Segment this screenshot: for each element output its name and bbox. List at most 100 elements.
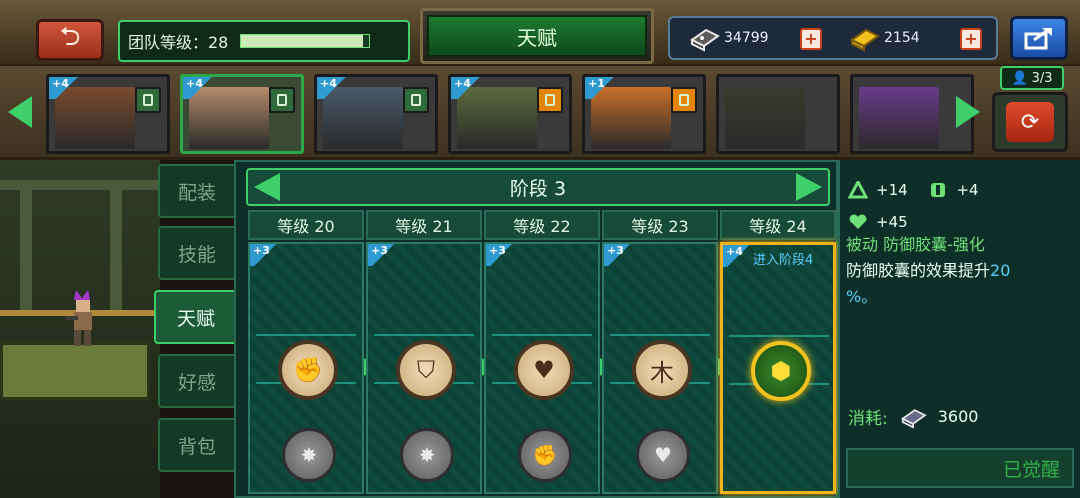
page-title: 天赋 (427, 15, 647, 57)
hero-card[interactable]: +4 (314, 74, 438, 154)
stat-recycle-value: +14 (876, 181, 908, 199)
currency-gold-value: 2154 (884, 30, 920, 46)
stage-title: 阶段 3 (509, 177, 567, 200)
add-gold-currency-button[interactable]: + (960, 28, 982, 50)
stat-armor-value: +4 (956, 181, 979, 199)
team-count-label: 3/3 (1031, 70, 1053, 86)
gold-brick-icon (850, 28, 880, 52)
hero-rank-badge: +4 (49, 77, 85, 99)
roster-prev-arrow-icon[interactable] (8, 96, 32, 128)
armor-icon (931, 183, 946, 197)
hero-card[interactable] (716, 74, 840, 154)
hero-rank-badge: +4 (451, 77, 487, 99)
cost-row: 消耗: 3600 (848, 404, 978, 429)
skill-desc-suffix: %。 (846, 287, 878, 306)
talent-panel: 阶段 3 等级 20 +3 ✊ ✸ 等级 21 +3 ⛉ ✸ 等级 22 +3 ♥ ✊ 等级 23 +3 ⽊… (234, 160, 838, 498)
talent-rank-badge: +3 (250, 244, 280, 266)
title-plate: 天赋 (420, 8, 654, 64)
hero-portrait (859, 87, 939, 149)
hero-card[interactable]: +4 (448, 74, 572, 154)
talent-column[interactable]: +3 ⛉ ✸ (366, 242, 482, 494)
back-button[interactable]: ⮌ (36, 19, 104, 61)
hero-roster: +4 +4 +4 +4 +1 👤 3/3 ⟳ (0, 66, 1080, 160)
awakened-label: 已觉醒 (1002, 458, 1060, 481)
heart-icon (849, 214, 867, 229)
share-button[interactable] (1010, 16, 1068, 60)
talent-rank-badge: +3 (368, 244, 398, 266)
hero-role-icon (403, 87, 429, 113)
locked-talent-node-icon[interactable]: ✸ (282, 428, 336, 482)
talent-info-panel: +14 +4 +45 被动 防御胶囊-强化 防御胶囊的效果提升20 %。 消耗:… (838, 160, 1080, 498)
top-bar: ⮌ 团队等级：28 天赋 34799 + 2154 + (0, 0, 1080, 66)
hero-role-icon (269, 87, 295, 113)
talent-column[interactable]: +3 ⽊ ♥ (602, 242, 718, 494)
talent-rank-badge: +3 (604, 244, 634, 266)
skill-desc-number: 20 (990, 261, 1011, 280)
tab-0[interactable]: 配装 (158, 164, 234, 218)
talent-column[interactable]: +3 ✊ ✸ (248, 242, 364, 494)
hero-card[interactable]: +4 (180, 74, 304, 154)
talent-node-icon[interactable]: ⽊ (632, 340, 692, 400)
team-level-progress-bar (240, 34, 371, 48)
locked-talent-node-icon[interactable]: ✊ (518, 428, 572, 482)
talent-node-icon[interactable]: ✊ (278, 340, 338, 400)
skill-description: 被动 防御胶囊-强化 防御胶囊的效果提升20 %。 (846, 232, 1076, 310)
roster-next-arrow-icon[interactable] (956, 96, 980, 128)
hero-role-icon (135, 87, 161, 113)
tab-4[interactable]: 背包 (158, 418, 234, 472)
skill-desc-text: 防御胶囊的效果提升 (846, 261, 991, 280)
person-icon: 👤 (1011, 70, 1028, 86)
character-scene (0, 160, 160, 498)
level-column-header: 等级 23 (602, 210, 718, 240)
talent-rank-badge: +4 (723, 245, 753, 267)
talent-node-icon[interactable]: ⬢ (751, 341, 811, 401)
stage-selector: 阶段 3 (246, 168, 830, 206)
currency-dark-value: 34799 (724, 30, 769, 46)
cost-label: 消耗: (848, 409, 888, 429)
hero-rank-badge: +1 (585, 77, 621, 99)
talent-column[interactable]: +4 进入阶段4 ⬢ (720, 242, 836, 494)
dark-brick-icon (900, 408, 927, 429)
hero-portrait (725, 87, 805, 149)
hero-role-icon (537, 87, 563, 113)
back-arrow-icon: ⮌ (59, 22, 81, 52)
tab-1[interactable]: 技能 (158, 226, 234, 280)
currency-gold: 2154 (848, 24, 920, 52)
hero-sprite (66, 290, 92, 346)
stage-next-arrow-icon[interactable] (796, 173, 822, 201)
locked-talent-node-icon[interactable]: ♥ (636, 428, 690, 482)
talent-node-icon[interactable]: ♥ (514, 340, 574, 400)
talent-node-icon[interactable]: ⛉ (396, 340, 456, 400)
currency-panel: 34799 + 2154 + (668, 16, 998, 60)
hero-card[interactable]: +4 (46, 74, 170, 154)
hero-role-icon (671, 87, 697, 113)
level-column-header: 等级 20 (248, 210, 364, 240)
cost-value: 3600 (937, 407, 979, 426)
talent-column[interactable]: +3 ♥ ✊ (484, 242, 600, 494)
team-count-badge: 👤 3/3 (1000, 66, 1064, 90)
skill-desc: 防御胶囊的效果提升20 (846, 258, 1076, 284)
swap-team-button[interactable]: ⟳ (992, 92, 1068, 152)
locked-talent-node-icon[interactable]: ✸ (400, 428, 454, 482)
stat-list: +14 +4 +45 (848, 176, 995, 240)
swap-icon: ⟳ (1020, 109, 1040, 135)
team-level-panel: 团队等级：28 (118, 20, 410, 62)
currency-dark: 34799 (688, 24, 769, 52)
hero-rank-badge: +4 (317, 77, 353, 99)
recycle-icon (848, 181, 868, 199)
talent-rank-badge: +3 (486, 244, 516, 266)
hero-card[interactable]: +1 (582, 74, 706, 154)
awakened-status-button[interactable]: 已觉醒 (846, 448, 1074, 488)
level-column-header: 等级 21 (366, 210, 482, 240)
team-level-label: 团队等级：28 (128, 33, 229, 52)
enter-stage-label: 进入阶段4 (753, 253, 814, 268)
add-dark-currency-button[interactable]: + (800, 28, 822, 50)
stat-armor: +4 (928, 176, 979, 204)
level-column-header: 等级 22 (484, 210, 600, 240)
stat-recycle: +14 (848, 176, 908, 204)
dark-brick-icon (690, 28, 720, 52)
share-icon (1024, 28, 1052, 50)
tab-2[interactable]: 天赋 (154, 290, 236, 344)
hero-rank-badge: +4 (183, 77, 219, 99)
tab-3[interactable]: 好感 (158, 354, 234, 408)
